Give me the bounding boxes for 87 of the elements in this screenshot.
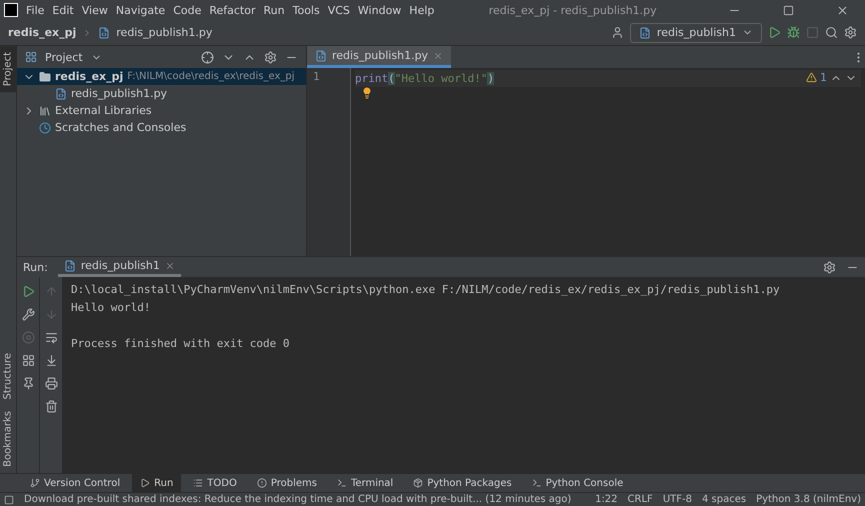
play-icon bbox=[140, 478, 150, 488]
run-icon[interactable] bbox=[768, 26, 781, 39]
terminal-icon bbox=[336, 478, 347, 488]
menu-item[interactable]: Window bbox=[358, 4, 402, 16]
menu-item[interactable]: View bbox=[82, 4, 108, 16]
python-file-icon bbox=[55, 88, 67, 100]
settings-icon[interactable] bbox=[823, 260, 836, 274]
tool-window-tab[interactable]: Python Console bbox=[524, 474, 632, 492]
trash-icon[interactable] bbox=[44, 400, 58, 413]
python-file-icon bbox=[638, 26, 651, 38]
status-item[interactable]: UTF-8 bbox=[662, 494, 692, 505]
tree-label: Scratches and Consoles bbox=[55, 121, 186, 134]
python-file-icon bbox=[64, 260, 76, 272]
window-title: redis_ex_pj - redis_publish1.py bbox=[488, 4, 658, 16]
tree-label: redis_publish1.py bbox=[71, 87, 168, 100]
folder-path: F:\NILM\code\redis_ex\redis_ex_pj bbox=[127, 71, 295, 82]
scratches-icon bbox=[39, 122, 51, 134]
scroll-to-end-icon[interactable] bbox=[44, 354, 58, 367]
pin-icon[interactable] bbox=[22, 377, 34, 390]
menu-item[interactable]: File bbox=[26, 4, 44, 16]
status-item[interactable]: 4 spaces bbox=[702, 494, 746, 505]
close-icon[interactable] bbox=[836, 4, 848, 16]
tree-row[interactable]: redis_publish1.py bbox=[17, 85, 306, 102]
close-icon[interactable] bbox=[164, 260, 175, 270]
console-line: Hello world! bbox=[71, 301, 152, 316]
terminal-icon bbox=[532, 478, 542, 488]
status-item[interactable]: 1:22 bbox=[595, 494, 618, 505]
debug-icon[interactable] bbox=[787, 26, 800, 39]
menu-item[interactable]: Edit bbox=[52, 4, 74, 16]
tool-window-tab[interactable]: TODO bbox=[185, 474, 245, 492]
editor-tab[interactable]: redis_publish1.py bbox=[307, 46, 452, 68]
tree-row[interactable]: redis_ex_pj F:\NILM\code\redis_ex\redis_ex_pj bbox=[17, 68, 306, 85]
menu-item[interactable]: Help bbox=[409, 4, 434, 16]
run-config-dropdown[interactable]: redis_publish1 bbox=[630, 22, 762, 42]
branch-icon bbox=[30, 478, 40, 488]
search-icon[interactable] bbox=[825, 26, 838, 39]
status-icon[interactable] bbox=[4, 494, 14, 504]
library-icon bbox=[39, 104, 51, 116]
locate-icon[interactable] bbox=[201, 50, 214, 64]
tool-window-tab[interactable]: Problems bbox=[248, 474, 325, 492]
breadcrumb[interactable]: redis_ex_pj bbox=[8, 26, 76, 39]
panel-icon bbox=[25, 51, 37, 63]
settings-icon[interactable] bbox=[844, 26, 857, 39]
maximize-icon[interactable] bbox=[782, 4, 794, 16]
tool-window-tab[interactable]: Terminal bbox=[328, 474, 402, 492]
package-icon bbox=[413, 478, 424, 488]
alert-icon bbox=[256, 478, 267, 488]
status-message[interactable]: Download pre-built shared indexes: Reduce the indexing time and CPU load with pre-built... (12 minutes ago) bbox=[24, 494, 572, 505]
tool-window-tab[interactable]: Python Packages bbox=[405, 474, 520, 492]
settings-icon[interactable] bbox=[264, 50, 277, 64]
list-icon bbox=[193, 478, 204, 488]
menu-item[interactable]: Refactor bbox=[209, 4, 256, 16]
warning-icon[interactable] bbox=[806, 72, 817, 83]
tree-row[interactable]: Scratches and Consoles bbox=[17, 119, 306, 136]
tree-label: External Libraries bbox=[55, 104, 152, 117]
menu-item[interactable]: VCS bbox=[328, 4, 350, 16]
wrench-icon[interactable] bbox=[22, 308, 34, 321]
soft-wrap-icon[interactable] bbox=[44, 331, 58, 344]
lightbulb-icon[interactable] bbox=[361, 87, 373, 99]
console-line: Process finished with exit code 0 bbox=[71, 337, 291, 352]
breadcrumb[interactable]: redis_publish1.py bbox=[116, 26, 212, 39]
print-icon[interactable] bbox=[44, 377, 58, 390]
side-tab[interactable]: Structure bbox=[0, 346, 16, 406]
app-logo bbox=[4, 3, 18, 17]
status-item[interactable]: CRLF bbox=[628, 494, 653, 505]
panel-title[interactable]: Project bbox=[45, 50, 83, 64]
side-tab[interactable]: Project bbox=[0, 46, 16, 92]
folder-icon bbox=[39, 70, 51, 82]
rerun-icon[interactable] bbox=[22, 285, 34, 298]
layout-icon[interactable] bbox=[22, 354, 34, 367]
warning-count: 1 bbox=[820, 71, 827, 84]
menu-item[interactable]: Navigate bbox=[116, 4, 166, 16]
line-number: 1 bbox=[312, 70, 321, 85]
menu-item[interactable]: Code bbox=[173, 4, 202, 16]
menu-item[interactable]: Tools bbox=[292, 4, 320, 16]
menu-item[interactable]: Run bbox=[264, 4, 285, 16]
tool-window-tab[interactable]: Run bbox=[132, 474, 182, 492]
tree-row[interactable]: External Libraries bbox=[17, 102, 306, 119]
console-line: D:\local_install\PyCharmVenv\nilmEnv\Scripts\python.exe F:/NILM/code/redis_ex/redis_ex_pj/redis_publish1.py bbox=[71, 283, 781, 298]
run-label: Run: bbox=[23, 260, 48, 274]
python-file-icon bbox=[315, 50, 327, 62]
python-file-icon bbox=[98, 26, 110, 38]
tree-label: redis_ex_pj bbox=[55, 70, 124, 83]
side-tab[interactable]: Bookmarks bbox=[0, 405, 16, 473]
tool-window-tab[interactable]: Version Control bbox=[22, 474, 128, 492]
user-icon[interactable] bbox=[610, 26, 624, 39]
status-item[interactable]: Python 3.8 (nilmEnv) bbox=[756, 494, 861, 505]
